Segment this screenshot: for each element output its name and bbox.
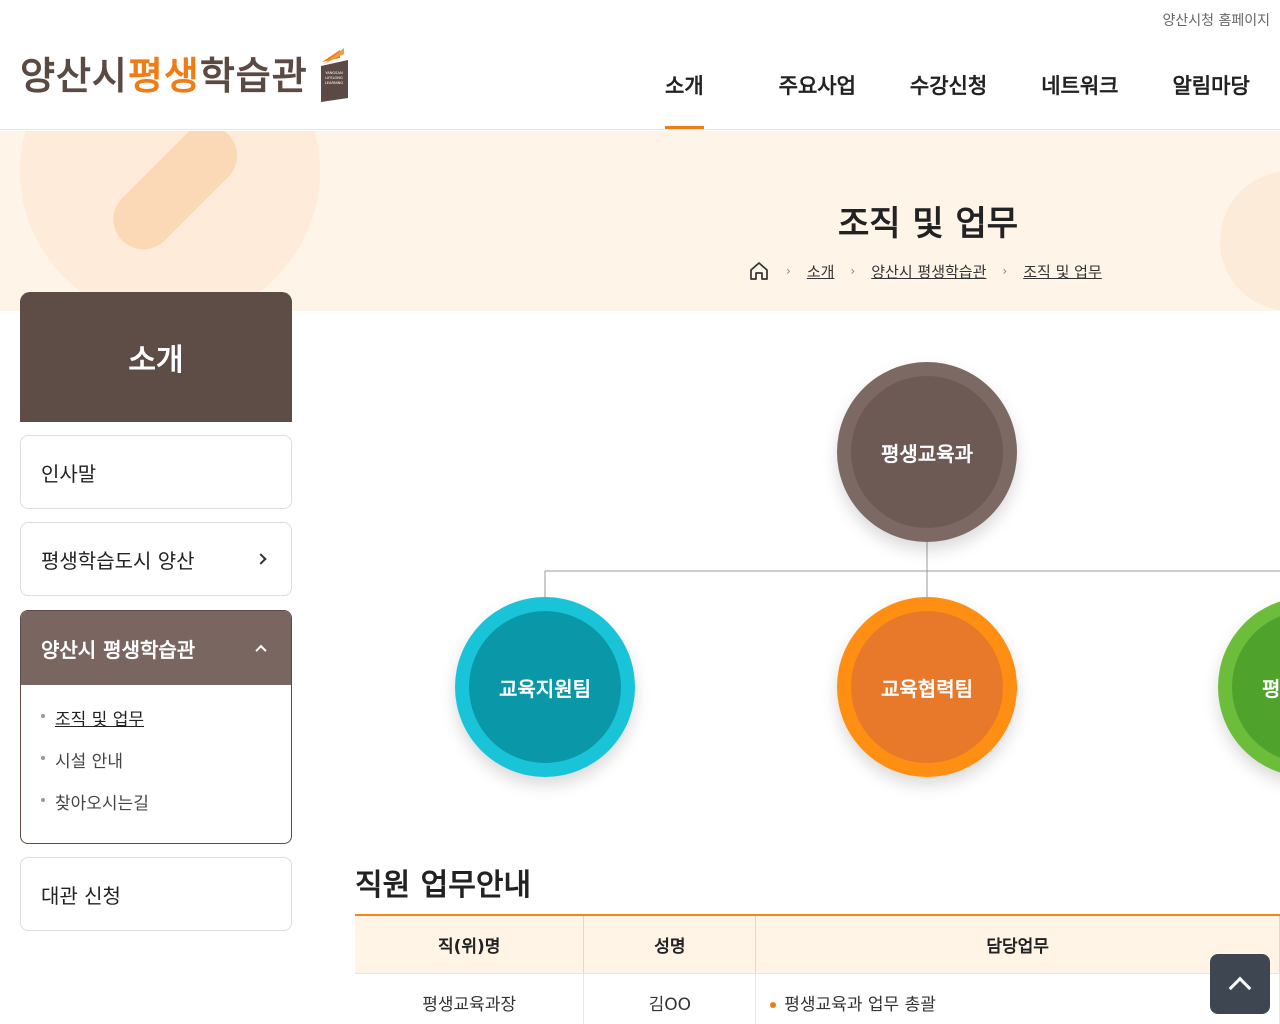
nav-main-business[interactable]: 주요사업 — [779, 66, 856, 129]
sidebar-item-learning-center: 양산시 평생학습관 조직 및 업무 시설 안내 찾아오시는길 — [20, 610, 292, 844]
cell-duty: 평생교육과 업무 총괄 — [755, 973, 1280, 1024]
breadcrumb-separator: › — [786, 264, 791, 278]
column-header-position: 직(위)명 — [355, 915, 585, 974]
city-homepage-link[interactable]: 양산시청 홈페이지 — [1163, 10, 1271, 30]
sidebar-item-rental[interactable]: 대관 신청 — [20, 857, 292, 931]
sidebar-item-greeting[interactable]: 인사말 — [20, 435, 292, 509]
breadcrumb-org[interactable]: 조직 및 업무 — [1023, 261, 1102, 282]
sidebar-sub-directions[interactable]: 찾아오시는길 — [41, 789, 291, 831]
sidebar-item-learning-center-toggle[interactable]: 양산시 평생학습관 — [21, 611, 291, 685]
org-node-education-support-team: 교육지원팀 — [455, 597, 635, 777]
sidebar-item-label: 인사말 — [41, 461, 97, 486]
sidebar-item-lifelong-city[interactable]: 평생학습도시 양산 — [20, 522, 292, 596]
main-nav: 소개 주요사업 수강신청 네트워크 알림마당 — [640, 66, 1250, 129]
logo-text: 양산시평생학습관 — [20, 53, 308, 98]
table-header-row: 직(위)명 성명 담당업무 — [355, 915, 1280, 974]
nav-intro[interactable]: 소개 — [665, 66, 704, 129]
sidebar-sub-org[interactable]: 조직 및 업무 — [41, 705, 291, 747]
bullet-icon — [770, 1001, 777, 1008]
bullet-icon — [41, 714, 45, 718]
org-node-lifelong-education-dept: 평생교육과 — [837, 362, 1017, 542]
org-node-education-cooperation-team: 교육협력팀 — [837, 597, 1017, 777]
page-title: 조직 및 업무 — [837, 204, 1019, 244]
site-header: 양산시청 홈페이지 양산시평생학습관 YANGSAN LIFELONG LEAR… — [0, 0, 1280, 130]
column-header-name: 성명 — [583, 915, 757, 974]
sidebar-item-label: 대관 신청 — [41, 883, 121, 908]
bullet-icon — [41, 798, 45, 802]
page: 양산시청 홈페이지 양산시평생학습관 YANGSAN LIFELONG LEAR… — [0, 0, 1280, 1024]
breadcrumb-separator: › — [1002, 264, 1008, 278]
sidebar-title: 소개 — [20, 292, 292, 422]
staff-table: 직(위)명 성명 담당업무 평생교육과장 김OO 평생교육과 업무 총괄 — [355, 914, 1280, 1024]
site-logo[interactable]: 양산시평생학습관 YANGSAN LIFELONG LEARNING — [20, 40, 350, 104]
org-node-third-team: 평 — [1218, 597, 1280, 777]
breadcrumb-intro[interactable]: 소개 — [807, 261, 835, 282]
svg-text:LIFELONG: LIFELONG — [325, 76, 343, 80]
breadcrumb-separator: › — [850, 264, 856, 278]
home-icon[interactable] — [748, 260, 770, 282]
cell-name: 김OO — [583, 973, 757, 1024]
chevron-right-icon — [255, 553, 267, 565]
nav-notice[interactable]: 알림마당 — [1172, 66, 1249, 129]
svg-text:LEARNING: LEARNING — [324, 81, 343, 85]
book-logo-icon: YANGSAN LIFELONG LEARNING — [320, 48, 348, 102]
sidebar-item-label: 평생학습도시 양산 — [41, 548, 195, 573]
scroll-top-button[interactable] — [1210, 954, 1270, 1014]
nav-network[interactable]: 네트워크 — [1041, 66, 1118, 129]
bullet-icon — [41, 756, 45, 760]
section-title-staff: 직원 업무안내 — [355, 868, 532, 903]
table-row: 평생교육과장 김OO 평생교육과 업무 총괄 — [355, 973, 1280, 1024]
breadcrumb-learning-center[interactable]: 양산시 평생학습관 — [871, 261, 986, 282]
arrow-up-icon — [1228, 976, 1252, 1000]
svg-text:YANGSAN: YANGSAN — [325, 71, 343, 75]
sidebar-sub-facility[interactable]: 시설 안내 — [41, 747, 291, 789]
sidebar-item-label: 양산시 평생학습관 — [41, 637, 196, 662]
nav-course-registration[interactable]: 수강신청 — [910, 66, 987, 129]
chevron-up-icon — [255, 644, 267, 657]
column-header-duty: 담당업무 — [755, 915, 1280, 974]
sidebar-sub-list: 조직 및 업무 시설 안내 찾아오시는길 — [21, 685, 291, 831]
breadcrumb: › 소개 › 양산시 평생학습관 › 조직 및 업무 — [748, 260, 1102, 282]
cell-position: 평생교육과장 — [355, 973, 585, 1024]
